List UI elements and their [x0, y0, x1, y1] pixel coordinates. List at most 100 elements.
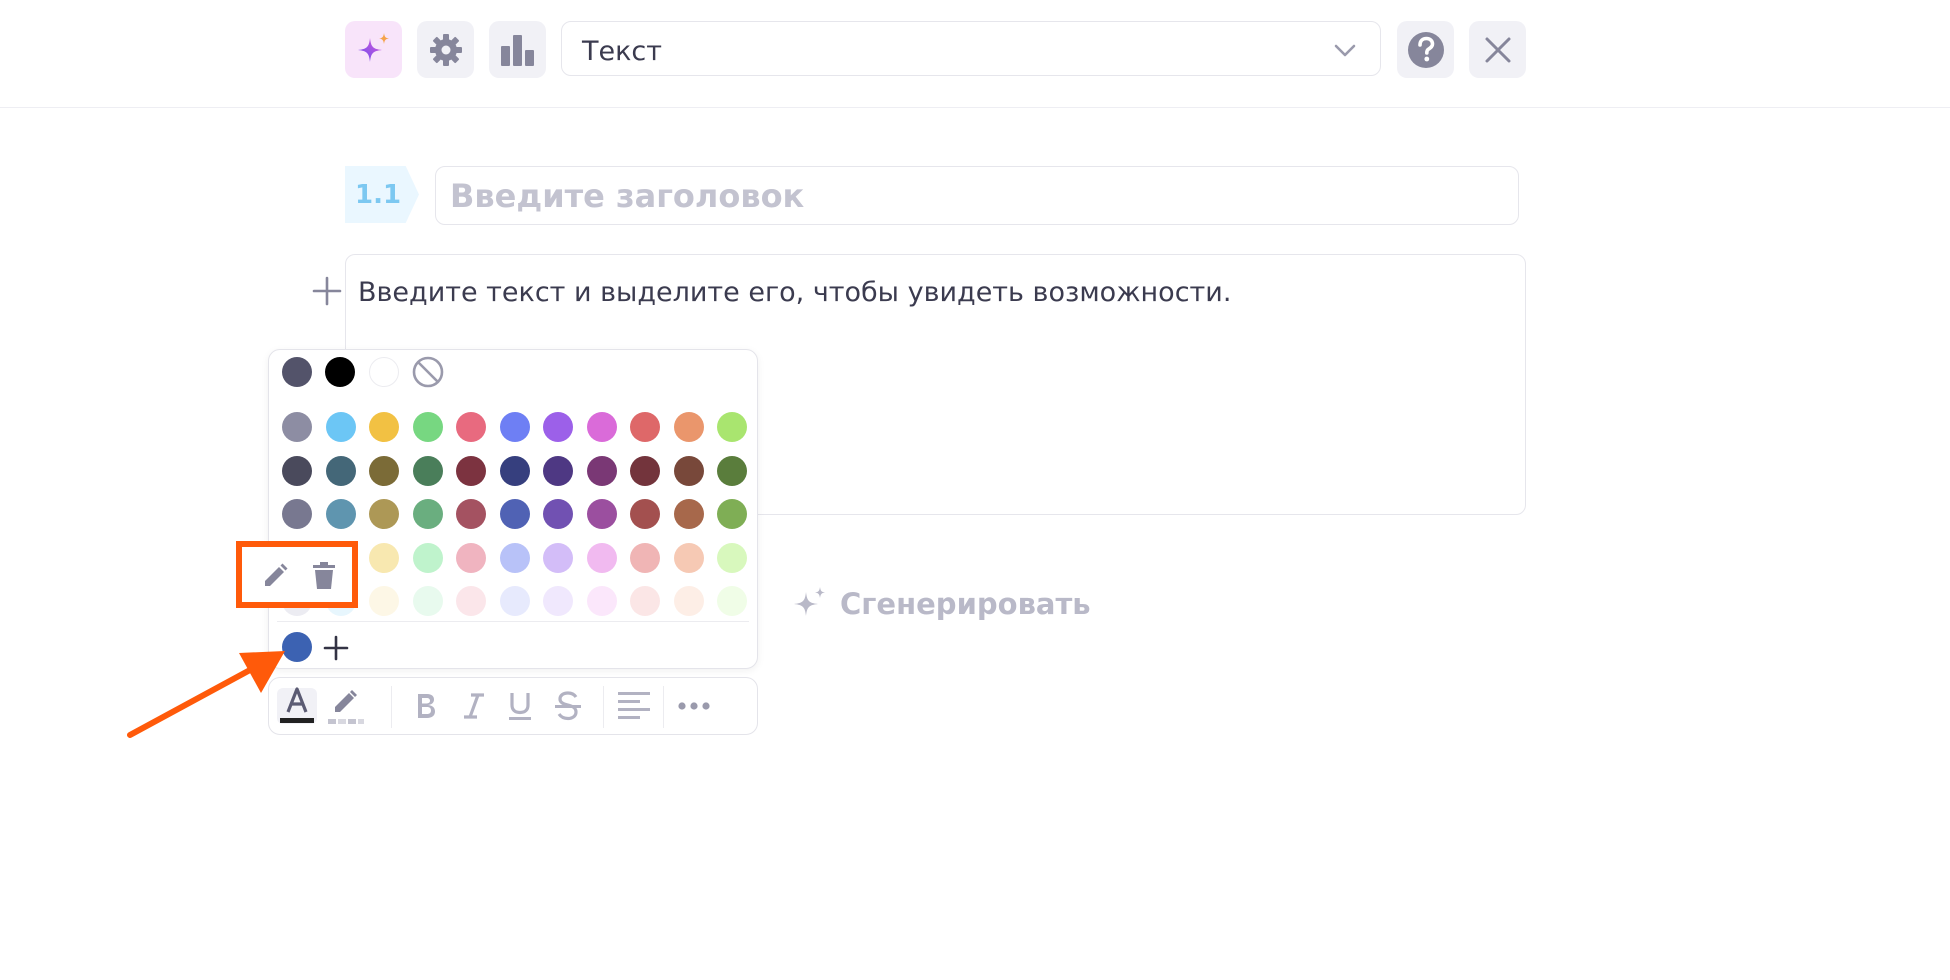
text-color-button[interactable] — [277, 687, 317, 724]
toolbar-separator — [603, 686, 604, 728]
palette-divider — [277, 621, 749, 622]
top-toolbar: Текст — [0, 0, 1950, 108]
color-swatch[interactable] — [499, 586, 530, 616]
chevron-down-icon — [1334, 44, 1356, 57]
italic-icon — [464, 693, 484, 719]
color-swatch[interactable] — [456, 455, 486, 486]
question-icon — [1407, 31, 1444, 68]
color-swatch[interactable] — [543, 499, 573, 529]
color-swatch[interactable] — [673, 586, 704, 616]
color-swatch[interactable] — [412, 455, 443, 486]
color-swatch[interactable] — [369, 586, 399, 616]
color-swatch[interactable] — [630, 412, 660, 442]
sparkles-icon — [357, 32, 389, 62]
color-swatch[interactable] — [325, 412, 356, 442]
color-swatch[interactable] — [412, 586, 443, 616]
highlight-button[interactable] — [323, 688, 367, 724]
bold-button[interactable] — [409, 688, 443, 724]
add-block-icon[interactable] — [312, 276, 342, 306]
color-swatch[interactable] — [456, 499, 486, 529]
bar-chart-icon — [500, 34, 534, 66]
color-swatch[interactable] — [282, 412, 312, 442]
color-swatch[interactable] — [325, 455, 356, 486]
generate-button[interactable]: Сгенерировать — [792, 584, 1091, 624]
strikethrough-icon — [555, 691, 581, 721]
color-palette — [268, 349, 758, 669]
strikethrough-button[interactable] — [551, 688, 585, 724]
underline-icon — [509, 693, 531, 720]
color-swatch[interactable] — [673, 412, 704, 442]
color-swatch[interactable] — [412, 542, 443, 573]
color-swatch[interactable] — [630, 455, 660, 486]
color-swatch[interactable] — [325, 499, 356, 529]
formatting-toolbar — [268, 677, 758, 735]
section-number-tag: 1.1 — [345, 166, 419, 223]
color-swatch[interactable] — [673, 455, 704, 486]
section-title-input[interactable] — [435, 166, 1519, 225]
color-swatch[interactable] — [369, 542, 399, 573]
statistics-button[interactable] — [489, 21, 546, 78]
underline-button[interactable] — [503, 688, 537, 724]
generate-label: Сгенерировать — [840, 587, 1091, 621]
settings-button[interactable] — [417, 21, 474, 78]
color-swatch[interactable] — [543, 586, 573, 616]
color-swatch[interactable] — [543, 455, 573, 486]
color-swatch[interactable] — [586, 499, 617, 529]
no-color-icon[interactable] — [411, 355, 445, 389]
sparkles-icon — [794, 587, 825, 616]
color-swatch[interactable] — [717, 586, 747, 616]
color-swatch[interactable] — [456, 586, 486, 616]
color-swatch[interactable] — [630, 586, 660, 616]
close-button[interactable] — [1469, 21, 1526, 78]
color-swatch[interactable] — [499, 499, 530, 529]
color-swatch-white[interactable] — [369, 357, 399, 387]
color-swatch[interactable] — [499, 412, 530, 442]
color-swatch[interactable] — [586, 412, 617, 442]
color-swatch-dark-gray[interactable] — [282, 357, 312, 387]
color-swatch[interactable] — [543, 412, 573, 442]
align-button[interactable] — [615, 688, 653, 724]
color-swatch[interactable] — [673, 499, 704, 529]
color-swatch[interactable] — [412, 412, 443, 442]
color-swatch[interactable] — [456, 542, 486, 573]
color-swatch[interactable] — [717, 499, 747, 529]
pencil-icon[interactable] — [261, 562, 289, 590]
color-swatch[interactable] — [499, 455, 530, 486]
color-swatch[interactable] — [282, 455, 312, 486]
toolbar-separator — [391, 686, 392, 728]
color-swatch[interactable] — [282, 499, 312, 529]
trash-icon[interactable] — [311, 561, 337, 591]
block-type-label: Текст — [582, 36, 662, 67]
highlighter-icon — [328, 690, 364, 724]
color-swatch[interactable] — [369, 455, 399, 486]
help-button[interactable] — [1397, 21, 1454, 78]
color-swatch-black[interactable] — [325, 357, 355, 387]
color-swatch[interactable] — [630, 499, 660, 529]
gear-icon — [429, 33, 462, 66]
italic-button[interactable] — [457, 688, 491, 724]
custom-color-actions — [236, 541, 358, 608]
ai-assistant-button[interactable] — [345, 21, 402, 78]
color-swatch[interactable] — [586, 455, 617, 486]
color-swatch[interactable] — [717, 455, 747, 486]
color-swatch[interactable] — [630, 542, 660, 573]
color-swatch[interactable] — [499, 542, 530, 573]
color-swatch[interactable] — [369, 499, 399, 529]
color-swatch[interactable] — [369, 412, 399, 442]
more-button[interactable] — [671, 688, 717, 724]
toolbar-separator — [663, 686, 664, 728]
align-left-icon — [618, 692, 650, 719]
color-swatch[interactable] — [673, 542, 704, 573]
editor-text[interactable]: Введите текст и выделите его, чтобы увид… — [358, 277, 1231, 308]
color-swatch[interactable] — [717, 542, 747, 573]
close-icon — [1485, 37, 1510, 62]
plus-icon[interactable] — [322, 634, 350, 662]
color-swatch[interactable] — [586, 542, 617, 573]
color-swatch[interactable] — [586, 586, 617, 616]
text-color-icon — [280, 687, 314, 723]
color-swatch[interactable] — [717, 412, 747, 442]
block-type-select[interactable]: Текст — [561, 21, 1381, 76]
color-swatch[interactable] — [543, 542, 573, 573]
color-swatch[interactable] — [412, 499, 443, 529]
color-swatch[interactable] — [456, 412, 486, 442]
